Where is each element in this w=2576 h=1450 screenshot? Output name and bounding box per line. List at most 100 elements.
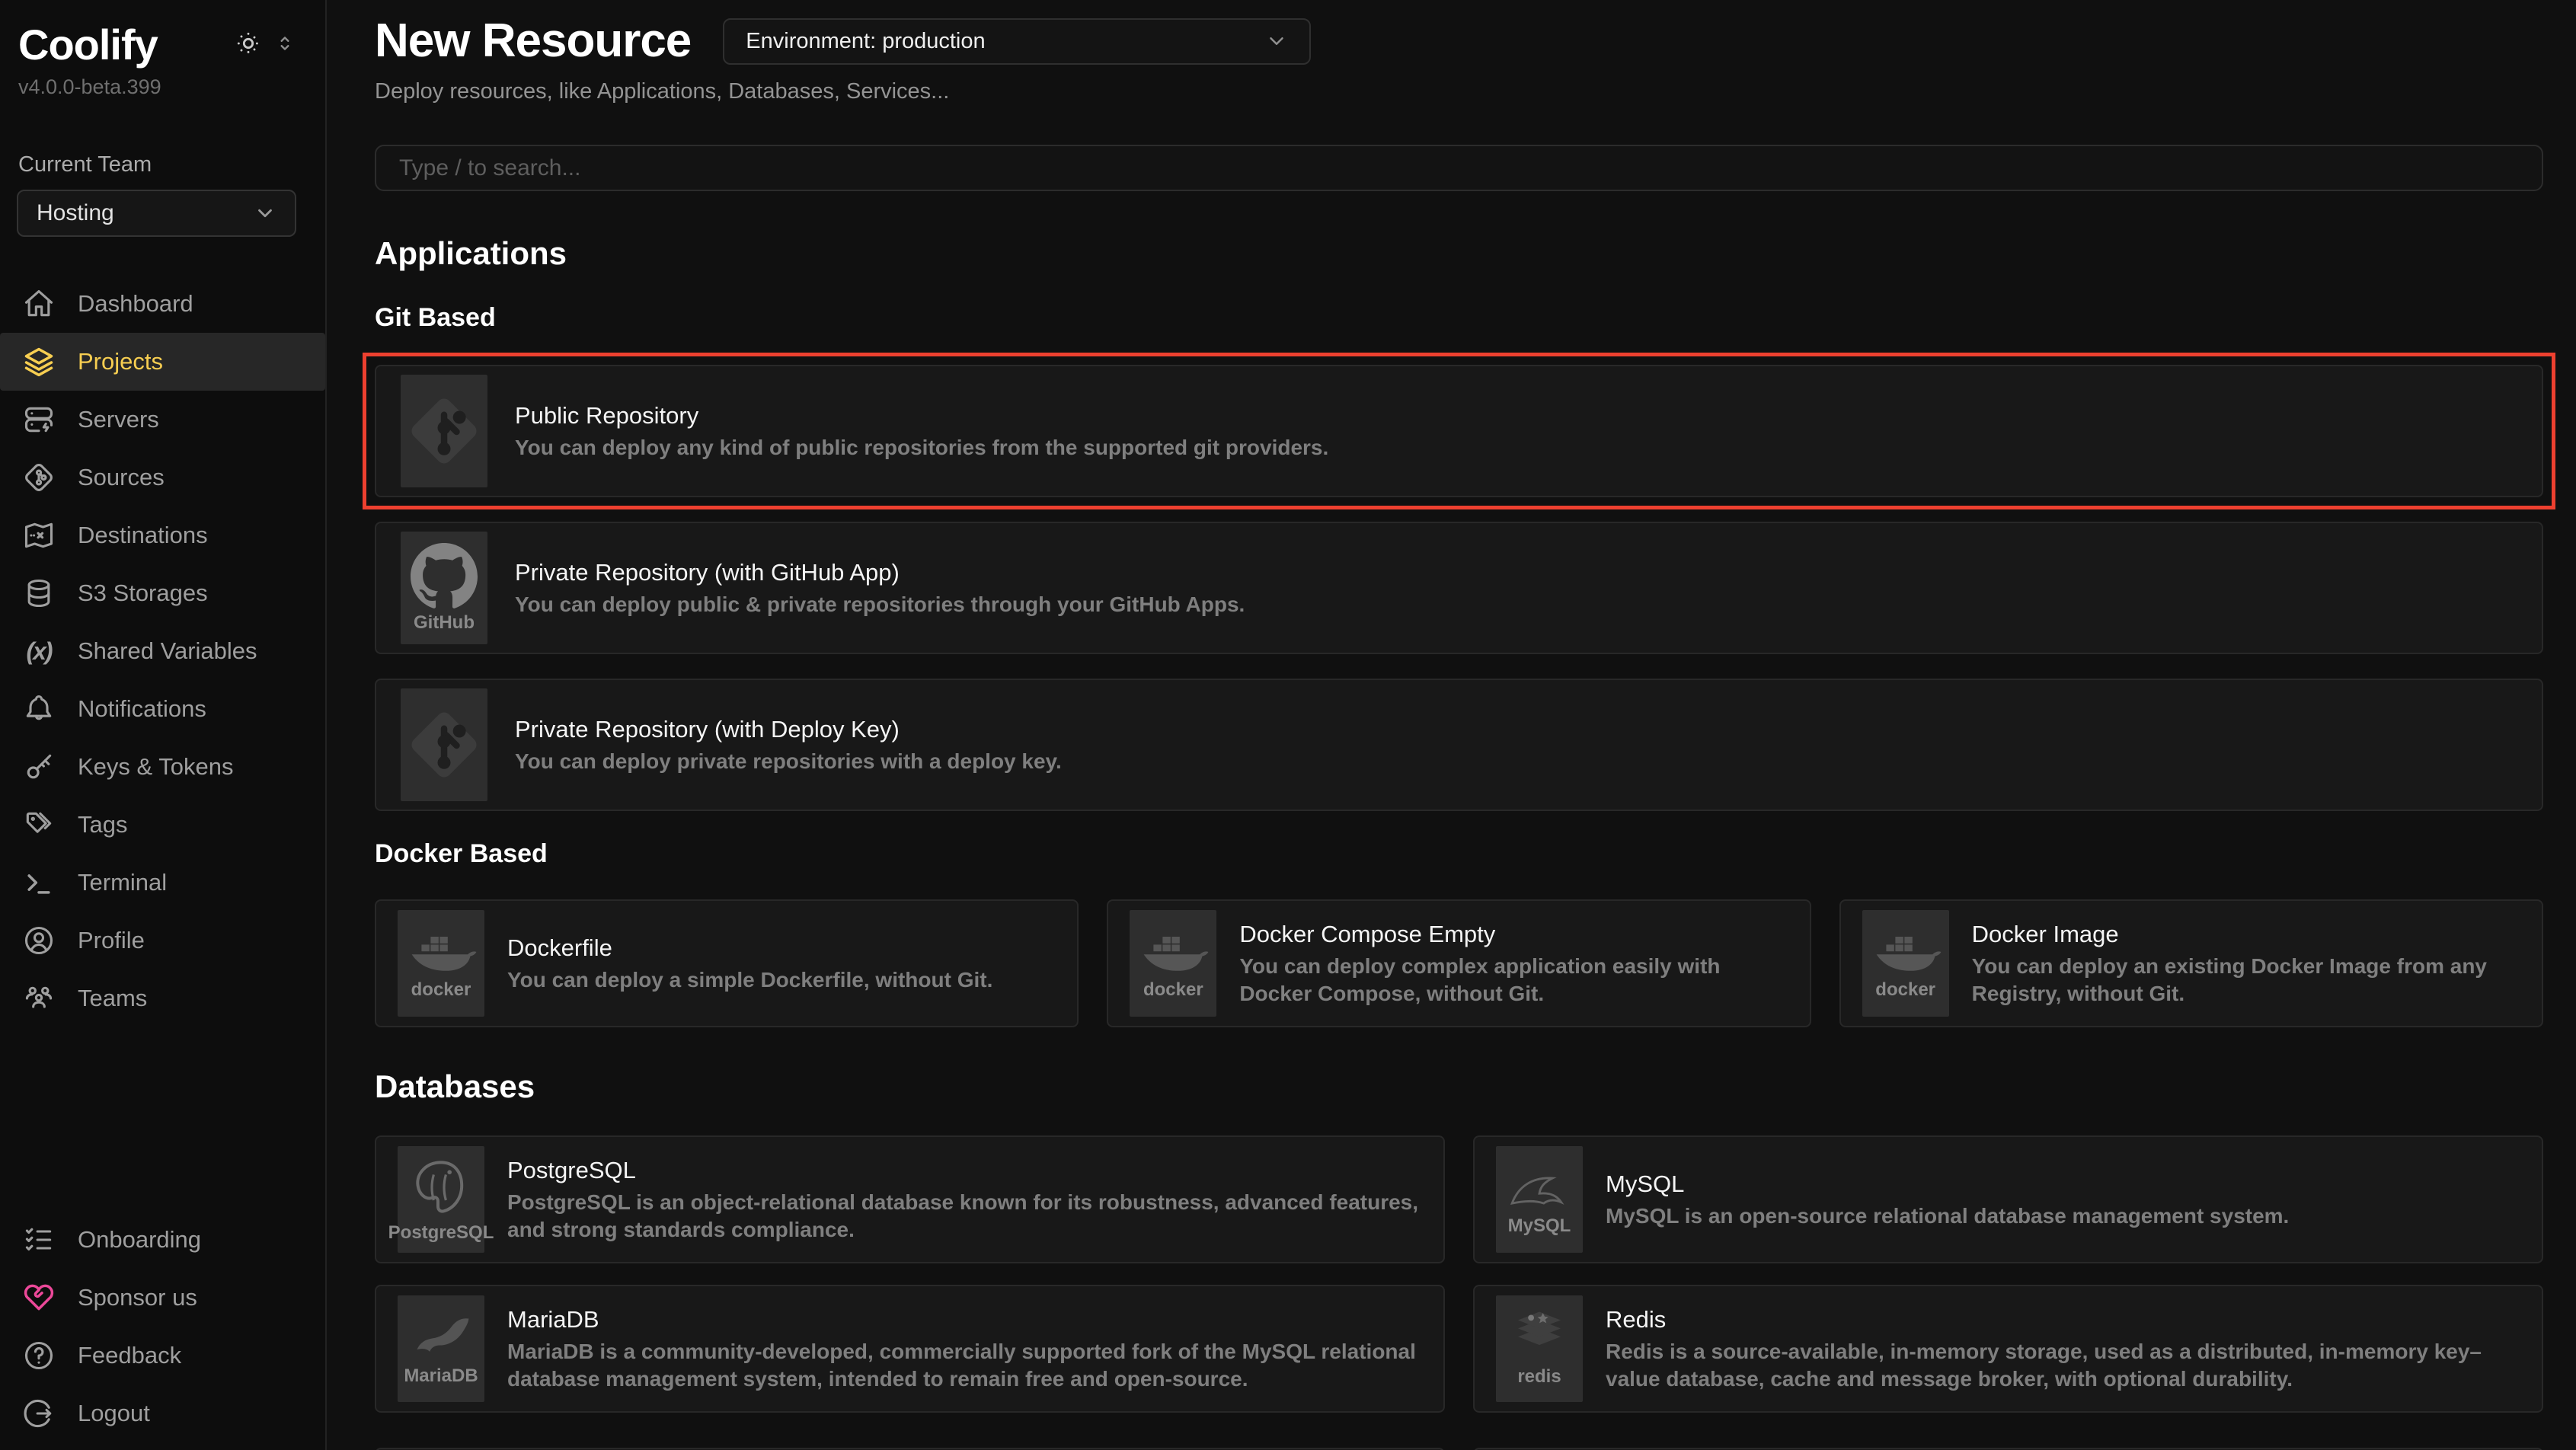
sidebar-item-label: Sponsor us: [78, 1284, 197, 1311]
tags-icon: [21, 807, 56, 842]
sidebar-item-shared-variables[interactable]: (x) Shared Variables: [0, 622, 325, 680]
database-icon: [21, 576, 56, 611]
app-logo: Coolify: [18, 20, 158, 69]
sidebar-item-destinations[interactable]: Destinations: [0, 506, 325, 564]
docker-wordmark: docker: [411, 980, 471, 1000]
resource-card-private-repository-github-app[interactable]: GitHub Private Repository (with GitHub A…: [375, 522, 2543, 654]
sidebar: Coolify v4.0.0-beta.399 Current Team Hos…: [0, 0, 327, 1450]
sidebar-item-label: Servers: [78, 406, 159, 433]
card-title: Public Repository: [515, 401, 1328, 431]
team-select[interactable]: Hosting: [17, 190, 296, 237]
card-description: PostgreSQL is an object-relational datab…: [507, 1189, 1422, 1244]
layers-icon: [21, 344, 56, 379]
card-description: You can deploy complex application easil…: [1239, 953, 1788, 1008]
sidebar-item-dashboard[interactable]: Dashboard: [0, 275, 325, 333]
environment-select-value: Environment: production: [746, 29, 985, 54]
sidebar-item-keys-tokens[interactable]: Keys & Tokens: [0, 738, 325, 796]
current-team-label: Current Team: [0, 99, 325, 177]
docker-icon: docker: [1130, 910, 1216, 1017]
mariadb-icon: MariaDB: [398, 1295, 484, 1402]
page-subtitle: Deploy resources, like Applications, Dat…: [375, 78, 2543, 105]
chevron-down-icon: [1265, 30, 1288, 53]
sidebar-item-label: Terminal: [78, 869, 167, 896]
card-description: You can deploy private repositories with…: [515, 748, 1062, 775]
resource-card-docker-image[interactable]: docker Docker Image You can deploy an ex…: [1839, 899, 2543, 1027]
environment-select[interactable]: Environment: production: [723, 18, 1311, 65]
card-title: Dockerfile: [507, 933, 992, 963]
sidebar-item-servers[interactable]: Servers: [0, 391, 325, 449]
docker-icon: docker: [1862, 910, 1949, 1017]
sidebar-item-label: Feedback: [78, 1342, 181, 1369]
page-title: New Resource: [375, 14, 691, 69]
main-content: New Resource Environment: production Dep…: [327, 0, 2576, 1450]
sidebar-item-profile[interactable]: Profile: [0, 912, 325, 969]
sidebar-item-sources[interactable]: Sources: [0, 449, 325, 506]
checklist-icon: [21, 1222, 56, 1257]
variable-icon: (x): [21, 634, 56, 669]
sidebar-item-projects[interactable]: Projects: [0, 333, 325, 391]
user-icon: [21, 923, 56, 958]
sidebar-item-label: Projects: [78, 348, 163, 375]
sidebar-item-label: Profile: [78, 927, 145, 954]
sidebar-item-feedback[interactable]: Feedback: [0, 1327, 324, 1385]
card-description: Redis is a source-available, in-memory s…: [1606, 1338, 2520, 1393]
git-icon: [401, 375, 487, 487]
chevron-down-icon: [254, 202, 276, 225]
card-title: Docker Image: [1972, 919, 2520, 950]
sidebar-item-logout[interactable]: Logout: [0, 1385, 324, 1442]
mysql-wordmark: MySQL: [1508, 1216, 1571, 1236]
logout-icon: [21, 1396, 56, 1431]
sidebar-item-tags[interactable]: Tags: [0, 796, 325, 854]
app-version: v4.0.0-beta.399: [0, 69, 325, 99]
resource-card-private-repository-deploy-key[interactable]: Private Repository (with Deploy Key) You…: [375, 679, 2543, 811]
bell-icon: [21, 691, 56, 727]
team-select-value: Hosting: [37, 200, 114, 226]
resource-card-redis[interactable]: redis Redis Redis is a source-available,…: [1473, 1285, 2543, 1413]
sidebar-item-label: Tags: [78, 811, 127, 838]
card-title: MySQL: [1606, 1169, 2289, 1199]
card-title: Redis: [1606, 1305, 2520, 1335]
subsection-docker-based: Docker Based: [375, 838, 2543, 869]
resource-card-mysql[interactable]: MySQL MySQL MySQL is an open-source rela…: [1473, 1135, 2543, 1263]
search-input[interactable]: [375, 145, 2543, 191]
mariadb-wordmark: MariaDB: [404, 1366, 478, 1386]
card-title: Private Repository (with Deploy Key): [515, 714, 1062, 745]
redis-icon: redis: [1496, 1295, 1583, 1402]
sidebar-item-label: Teams: [78, 985, 147, 1012]
sidebar-item-label: Sources: [78, 464, 165, 491]
resource-card-public-repository[interactable]: Public Repository You can deploy any kin…: [375, 365, 2543, 497]
sidebar-item-s3-storages[interactable]: S3 Storages: [0, 564, 325, 622]
docker-icon: docker: [398, 910, 484, 1017]
resource-card-dockerfile[interactable]: docker Dockerfile You can deploy a simpl…: [375, 899, 1079, 1027]
sidebar-item-notifications[interactable]: Notifications: [0, 680, 325, 738]
help-icon: [21, 1338, 56, 1373]
sidebar-item-onboarding[interactable]: Onboarding: [0, 1211, 324, 1269]
postgresql-icon: PostgreSQL: [398, 1146, 484, 1253]
terminal-icon: [21, 865, 56, 900]
resource-card-mariadb[interactable]: MariaDB MariaDB MariaDB is a community-d…: [375, 1285, 1445, 1413]
resource-card-postgresql[interactable]: PostgreSQL PostgreSQL PostgreSQL is an o…: [375, 1135, 1445, 1263]
section-applications: Applications: [375, 235, 2543, 272]
sidebar-item-label: Notifications: [78, 695, 206, 723]
server-icon: [21, 402, 56, 437]
key-icon: [21, 749, 56, 784]
redis-wordmark: redis: [1517, 1367, 1561, 1387]
theme-selector-chevrons-icon[interactable]: [275, 34, 295, 53]
sidebar-item-teams[interactable]: Teams: [0, 969, 325, 1027]
resource-card-docker-compose-empty[interactable]: docker Docker Compose Empty You can depl…: [1107, 899, 1811, 1027]
sidebar-item-sponsor-us[interactable]: Sponsor us: [0, 1269, 324, 1327]
docker-wordmark: docker: [1875, 980, 1935, 1000]
sidebar-item-label: Shared Variables: [78, 637, 257, 665]
sidebar-item-terminal[interactable]: Terminal: [0, 854, 325, 912]
highlight-ring: Public Repository You can deploy any kin…: [375, 365, 2543, 497]
home-icon: [21, 286, 56, 321]
sidebar-item-label: Dashboard: [78, 290, 193, 318]
docker-wordmark: docker: [1143, 980, 1203, 1000]
theme-toggle-sun-icon[interactable]: [235, 30, 261, 56]
card-title: MariaDB: [507, 1305, 1422, 1335]
card-title: PostgreSQL: [507, 1155, 1422, 1186]
git-icon: [21, 460, 56, 495]
card-description: You can deploy public & private reposito…: [515, 591, 1245, 618]
postgresql-wordmark: PostgreSQL: [388, 1223, 494, 1243]
card-description: You can deploy any kind of public reposi…: [515, 434, 1328, 462]
